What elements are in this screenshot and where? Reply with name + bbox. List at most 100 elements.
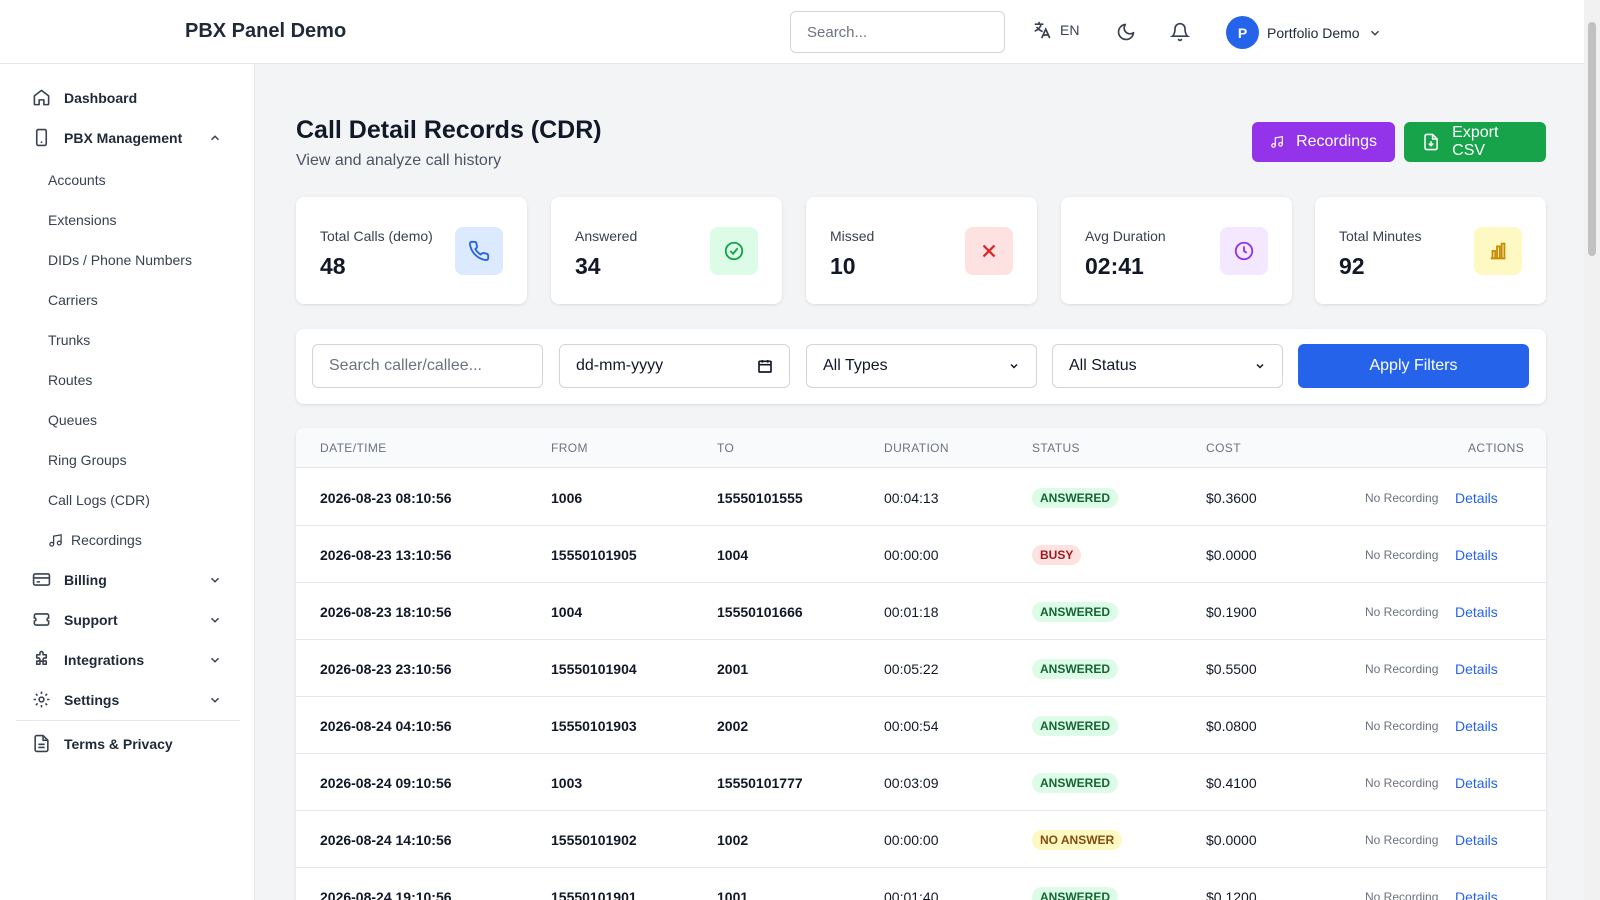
cell-datetime: 2026-08-23 18:10:56 [320, 604, 452, 620]
column-header-from[interactable]: FROM [551, 441, 588, 455]
sidebar-item-pbx-management[interactable]: PBX Management [32, 128, 182, 147]
stat-label: Avg Duration [1085, 228, 1166, 244]
cell-from: 1006 [551, 490, 583, 506]
global-search-input[interactable] [790, 11, 1005, 53]
column-header-datetime[interactable]: DATE/TIME [320, 441, 387, 455]
cell-datetime: 2026-08-24 14:10:56 [320, 832, 452, 848]
cell-datetime: 2026-08-24 19:10:56 [320, 889, 452, 900]
user-menu[interactable]: P Portfolio Demo [1226, 16, 1382, 49]
details-link[interactable]: Details [1455, 832, 1498, 848]
stat-value: 48 [320, 253, 346, 279]
user-name: Portfolio Demo [1267, 24, 1360, 41]
cell-cost: $0.1200 [1206, 889, 1257, 900]
table-row: 2026-08-24 19:10:56 15550101901 1001 00:01:… [296, 868, 1546, 900]
no-recording-label: No Recording [1365, 605, 1439, 619]
details-link[interactable]: Details [1455, 490, 1498, 506]
details-link[interactable]: Details [1455, 775, 1498, 791]
sidebar-item-call-logs[interactable]: Call Logs (CDR) [48, 492, 150, 508]
column-header-cost[interactable]: COST [1206, 441, 1241, 455]
theme-toggle-button[interactable] [1114, 20, 1138, 44]
export-csv-button[interactable]: Export CSV [1404, 122, 1546, 162]
sidebar-item-extensions[interactable]: Extensions [48, 212, 116, 228]
type-select[interactable]: All Types [806, 344, 1037, 388]
sidebar-item-accounts[interactable]: Accounts [48, 172, 106, 188]
chevron-down-icon[interactable] [208, 613, 222, 627]
cell-to: 1004 [717, 547, 749, 563]
details-link[interactable]: Details [1455, 547, 1498, 563]
table-row: 2026-08-23 23:10:56 15550101904 2001 00:05:… [296, 640, 1546, 697]
translate-icon [1034, 21, 1051, 39]
chevron-down-icon[interactable] [208, 653, 222, 667]
chevron-down-icon [1010, 363, 1018, 369]
document-icon [34, 734, 49, 753]
status-badge: ANSWERED [1032, 773, 1119, 793]
status-badge: NO ANSWER [1032, 830, 1123, 850]
sidebar-item-settings[interactable]: Settings [32, 690, 119, 709]
stat-label: Missed [830, 228, 875, 244]
check-circle-icon [710, 227, 758, 275]
chevron-up-icon[interactable] [208, 131, 222, 145]
language-switcher[interactable]: EN [1032, 20, 1079, 40]
cell-cost: $0.0800 [1206, 718, 1257, 734]
sidebar-item-routes[interactable]: Routes [48, 372, 92, 388]
bell-icon [1170, 22, 1190, 42]
cell-cost: $0.0000 [1206, 832, 1257, 848]
sidebar-item-queues[interactable]: Queues [48, 412, 97, 428]
sidebar-item-recordings[interactable]: Recordings [48, 532, 142, 548]
bar-chart-icon [1474, 227, 1522, 275]
sidebar-item-label: Settings [64, 691, 120, 708]
status-badge: ANSWERED [1032, 716, 1119, 736]
cell-datetime: 2026-08-24 09:10:56 [320, 775, 452, 791]
table-row: 2026-08-24 09:10:56 1003 15550101777 00:03:… [296, 754, 1546, 811]
cell-cost: $0.3600 [1206, 490, 1257, 506]
chevron-down-icon[interactable] [208, 693, 222, 707]
cell-from: 15550101901 [551, 889, 637, 900]
details-link[interactable]: Details [1455, 889, 1498, 900]
sidebar-item-dashboard[interactable]: Dashboard [32, 88, 137, 107]
stat-card-missed: Missed 10 [806, 197, 1037, 304]
cell-to: 15550101777 [717, 775, 803, 791]
column-header-to[interactable]: TO [717, 441, 734, 455]
cell-duration: 00:01:18 [884, 604, 939, 620]
sidebar-item-label: PBX Management [64, 129, 183, 146]
ticket-icon [33, 613, 50, 626]
table-row: 2026-08-23 18:10:56 1004 15550101666 00:01:… [296, 583, 1546, 640]
details-link[interactable]: Details [1455, 718, 1498, 734]
top-bar: PBX Panel Demo EN P Portfolio Demo [0, 0, 1584, 64]
sidebar-item-trunks[interactable]: Trunks [48, 332, 90, 348]
column-header-actions: ACTIONS [1468, 441, 1525, 455]
details-link[interactable]: Details [1455, 661, 1498, 677]
notifications-button[interactable] [1168, 20, 1192, 44]
details-link[interactable]: Details [1455, 604, 1498, 620]
type-select-value: All Types [823, 357, 888, 374]
column-header-duration[interactable]: DURATION [884, 441, 949, 455]
sidebar-item-carriers[interactable]: Carriers [48, 292, 98, 308]
chevron-down-icon [1370, 30, 1379, 36]
sidebar-item-ring-groups[interactable]: Ring Groups [48, 452, 127, 468]
table-row: 2026-08-23 13:10:56 15550101905 1004 00:00:… [296, 526, 1546, 583]
sidebar-item-terms[interactable]: Terms & Privacy [32, 734, 173, 753]
avatar: P [1226, 16, 1259, 49]
chevron-down-icon[interactable] [208, 573, 222, 587]
calendar-icon[interactable] [757, 358, 773, 374]
cell-datetime: 2026-08-23 08:10:56 [320, 490, 452, 506]
sidebar-item-dids[interactable]: DIDs / Phone Numbers [48, 252, 192, 268]
sidebar-item-integrations[interactable]: Integrations [32, 650, 144, 669]
apply-filters-button[interactable]: Apply Filters [1298, 344, 1529, 388]
stat-card-total-minutes: Total Minutes 92 [1315, 197, 1546, 304]
date-input[interactable]: dd-mm-yyyy [559, 344, 790, 388]
cell-to: 15550101666 [717, 604, 803, 620]
recordings-button[interactable]: Recordings [1252, 122, 1395, 162]
file-download-icon [1424, 133, 1438, 151]
column-header-status[interactable]: STATUS [1032, 441, 1080, 455]
scrollbar-thumb[interactable] [1588, 22, 1596, 256]
sidebar-item-support[interactable]: Support [32, 610, 118, 629]
status-select[interactable]: All Status [1052, 344, 1283, 388]
caller-search-input[interactable]: Search caller/callee... [312, 344, 543, 388]
cell-to: 1001 [717, 889, 749, 900]
page-scrollbar[interactable] [1584, 0, 1600, 900]
status-select-value: All Status [1069, 357, 1137, 374]
stat-value: 10 [830, 253, 856, 279]
table-row: 2026-08-23 08:10:56 1006 15550101555 00:04:… [296, 469, 1546, 526]
sidebar-item-billing[interactable]: Billing [32, 570, 107, 589]
